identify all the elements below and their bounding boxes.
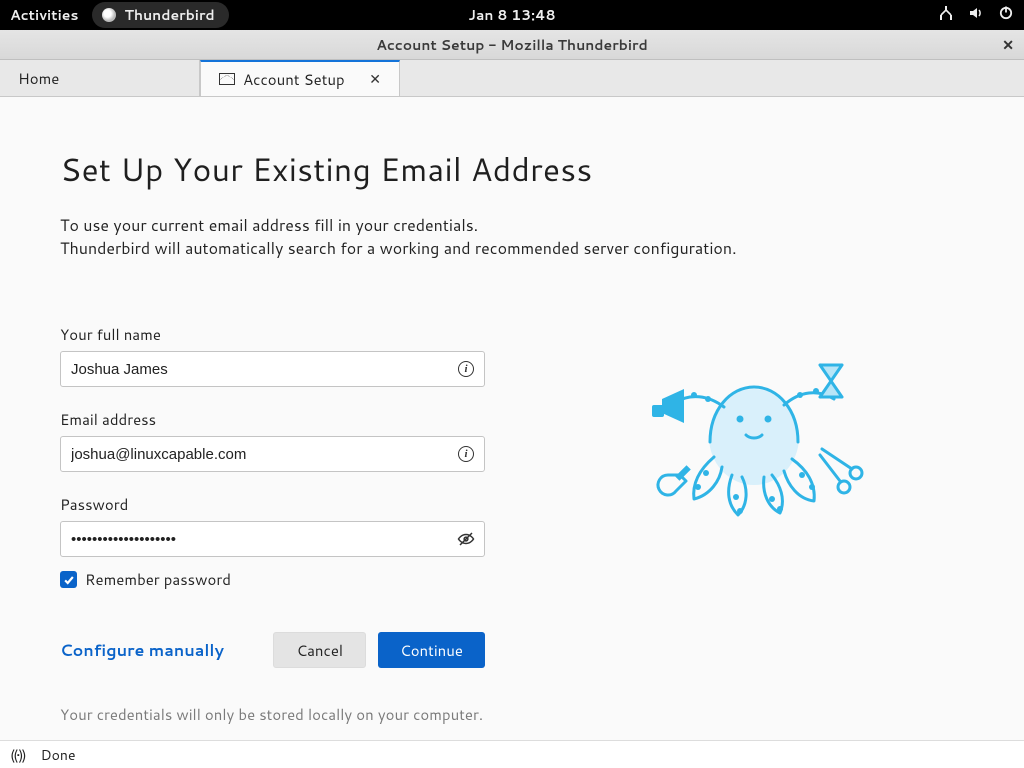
tab-home[interactable]: Home (0, 60, 200, 96)
credentials-form: Your full name i Email address i Passwor… (60, 324, 485, 725)
app-menu-button[interactable]: Thunderbird (92, 2, 228, 28)
email-input[interactable] (60, 436, 485, 472)
volume-icon[interactable] (968, 5, 984, 26)
configure-manually-link[interactable]: Configure manually (60, 639, 224, 662)
tab-setup-label: Account Setup (243, 69, 345, 90)
tab-strip: Home Account Setup ✕ (0, 60, 1024, 97)
remember-password-label: Remember password (85, 569, 231, 590)
mail-icon (219, 73, 235, 85)
cancel-button[interactable]: Cancel (273, 632, 366, 668)
thunderbird-icon (102, 8, 116, 22)
window-title: Account Setup - Mozilla Thunderbird (376, 35, 648, 55)
email-label: Email address (60, 409, 485, 430)
activities-button[interactable]: Activities (10, 5, 78, 25)
gnome-topbar: Activities Thunderbird Jan 8 13:48 (0, 0, 1024, 30)
info-icon[interactable]: i (457, 360, 475, 378)
page-title: Set Up Your Existing Email Address (60, 147, 964, 192)
window-close-button[interactable]: ✕ (1002, 35, 1014, 55)
status-bar: ((•)) Done (0, 740, 1024, 768)
power-icon[interactable] (998, 5, 1014, 26)
password-input[interactable] (60, 521, 485, 557)
page-subtitle: To use your current email address fill i… (60, 214, 964, 260)
fullname-input[interactable] (60, 351, 485, 387)
clock[interactable]: Jan 8 13:48 (468, 5, 555, 25)
subtitle-line1: To use your current email address fill i… (60, 214, 964, 237)
tab-close-button[interactable]: ✕ (369, 69, 381, 89)
continue-button[interactable]: Continue (378, 632, 485, 668)
tab-home-label: Home (18, 68, 59, 89)
password-label: Password (60, 494, 485, 515)
sync-icon: ((•)) (10, 745, 25, 765)
remember-password-checkbox[interactable] (60, 571, 77, 588)
window-titlebar: Account Setup - Mozilla Thunderbird ✕ (0, 30, 1024, 60)
octopus-illustration: .o1{fill:#d9f0fb;} .o2{fill:none;stroke:… (644, 347, 874, 527)
subtitle-line2: Thunderbird will automatically search fo… (60, 237, 964, 260)
info-icon[interactable]: i (457, 445, 475, 463)
status-text: Done (41, 745, 76, 765)
tab-account-setup[interactable]: Account Setup ✕ (200, 60, 400, 96)
privacy-footnote: Your credentials will only be stored loc… (60, 704, 485, 725)
account-setup-pane: Set Up Your Existing Email Address To us… (0, 97, 1024, 740)
fullname-label: Your full name (60, 324, 485, 345)
network-icon[interactable] (938, 5, 954, 26)
eye-hide-icon[interactable] (457, 530, 475, 548)
app-name-label: Thunderbird (124, 5, 214, 25)
